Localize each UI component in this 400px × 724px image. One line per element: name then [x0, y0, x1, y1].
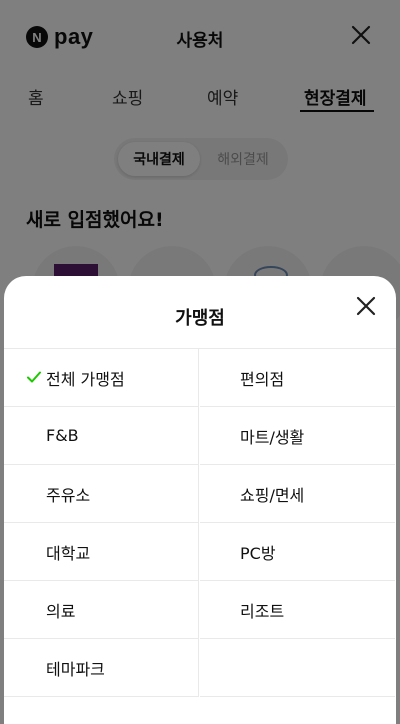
category-option[interactable]: 쇼핑/면세 [200, 465, 395, 523]
category-option[interactable]: PC방 [200, 523, 395, 581]
category-label: 마트/생활 [240, 427, 305, 447]
category-label: 리조트 [240, 601, 285, 621]
category-option[interactable]: 마트/생활 [200, 407, 395, 465]
category-option[interactable]: 대학교 [4, 523, 199, 581]
sheet-title: 가맹점 [175, 308, 225, 329]
check-icon [26, 369, 42, 385]
category-option-all[interactable]: 전체 가맹점 [4, 349, 199, 407]
category-option[interactable]: 의료 [4, 581, 199, 639]
category-option[interactable]: 편의점 [200, 349, 395, 407]
category-label: 쇼핑/면세 [240, 485, 305, 505]
category-option[interactable]: 테마파크 [4, 639, 199, 697]
category-label: 대학교 [46, 543, 91, 563]
category-label: F&B [46, 426, 79, 445]
close-icon[interactable] [354, 294, 378, 318]
category-label: PC방 [240, 543, 276, 563]
category-option[interactable]: 주유소 [4, 465, 199, 523]
category-label: 의료 [46, 601, 76, 621]
category-label: 전체 가맹점 [46, 369, 125, 389]
empty-cell [200, 639, 395, 697]
category-label: 테마파크 [46, 659, 105, 679]
category-option[interactable]: F&B [4, 407, 199, 465]
merchant-filter-sheet: 가맹점 전체 가맹점 편의점 F&B 마트/생활 주유소 쇼핑/면세 대학교 P… [4, 276, 396, 724]
category-grid: 전체 가맹점 편의점 F&B 마트/생활 주유소 쇼핑/면세 대학교 PC방 의… [4, 348, 396, 697]
category-label: 주유소 [46, 485, 91, 505]
category-label: 편의점 [240, 369, 285, 389]
category-option[interactable]: 리조트 [200, 581, 395, 639]
